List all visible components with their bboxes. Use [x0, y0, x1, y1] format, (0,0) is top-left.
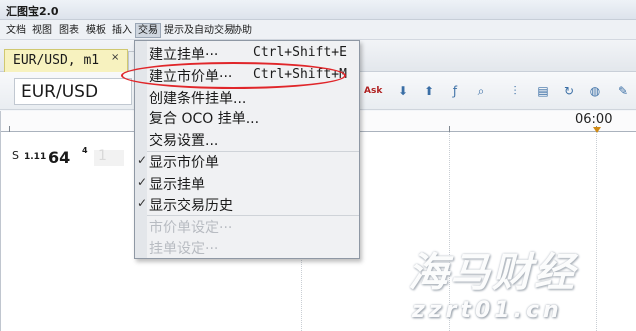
watermark: 海马财经 zzrt01.cn [390, 240, 630, 330]
menu-item-label: 显示市价单 [149, 155, 219, 171]
time-marker [593, 127, 601, 133]
menu-help[interactable]: 协助 [230, 23, 254, 38]
buy-icon[interactable]: ⬇ [394, 82, 412, 100]
menu-item-trade-settings[interactable]: 交易设置... [147, 129, 359, 151]
quote-prefix: 1.11 [24, 152, 47, 162]
menu-item-oco-order[interactable]: 复合 OCO 挂单... [147, 107, 359, 129]
quote-big-digits: 64 [48, 148, 71, 167]
app-title: 汇图宝2.0 [6, 5, 59, 18]
menu-file[interactable]: 文档 [4, 23, 28, 38]
watermark-url: zzrt01.cn [412, 298, 563, 323]
ask-icon[interactable]: Ask [364, 82, 382, 100]
menu-view[interactable]: 视图 [30, 23, 54, 38]
pen-icon[interactable]: ✎ [614, 82, 632, 100]
menu-item-label: 建立挂单··· [149, 47, 219, 63]
indicator-icon[interactable]: ƒ [446, 82, 464, 100]
symbol-selector[interactable]: EUR/USD [14, 78, 132, 105]
title-bar: 汇图宝2.0 [0, 0, 636, 20]
sell-icon[interactable]: ⬆ [420, 82, 438, 100]
menu-bar: 文档 视图 图表 模板 插入 交易 提示及自动交易 协助 [0, 20, 636, 40]
menu-item-show-market-orders[interactable]: ✓ 显示市价单 [137, 151, 359, 173]
menu-item-label: 显示交易历史 [149, 198, 233, 214]
tab-label: EUR/USD, m1 [13, 53, 100, 68]
axis-tick [9, 126, 10, 132]
menu-item-label: 挂单设定··· [149, 241, 219, 257]
zoom-icon[interactable]: ⌕ [472, 82, 490, 100]
menu-insert[interactable]: 插入 [110, 23, 134, 38]
menu-item-label: 复合 OCO 挂单... [149, 111, 260, 127]
menu-trade[interactable]: 交易 [135, 23, 161, 38]
menu-item-market-order-settings: 市价单设定··· [147, 216, 359, 238]
menu-item-create-conditional-order[interactable]: 创建条件挂单... [147, 87, 359, 109]
globe-icon[interactable]: ◍ [586, 82, 604, 100]
menu-chart[interactable]: 图表 [57, 23, 81, 38]
watermark-logo: 海马财经 [408, 250, 576, 296]
tab-eurusd-m1[interactable]: EUR/USD, m1 × [4, 49, 128, 72]
menu-item-show-trade-history[interactable]: ✓ 显示交易历史 [137, 194, 359, 216]
refresh-icon[interactable]: ↻ [560, 82, 578, 100]
quote-side-label: S [12, 149, 19, 162]
check-icon: ✓ [137, 153, 148, 167]
close-icon[interactable]: × [111, 52, 119, 63]
menu-item-label: 交易设置... [149, 133, 219, 149]
menu-item-label: 创建条件挂单... [149, 91, 247, 107]
check-icon: ✓ [137, 175, 148, 189]
menu-alerts-auto-trading[interactable]: 提示及自动交易 [162, 23, 236, 38]
time-label: 06:00 [575, 112, 613, 127]
menu-item-label: 市价单设定··· [149, 220, 233, 236]
menu-item-pending-order-settings: 挂单设定··· [147, 237, 359, 259]
check-icon: ✓ [137, 196, 148, 210]
template-icon[interactable]: ▤ [534, 82, 552, 100]
menu-template[interactable]: 模板 [84, 23, 108, 38]
menu-item-label: 显示挂单 [149, 177, 205, 193]
chart-type-icon[interactable]: ⫶ [506, 82, 524, 100]
menu-item-shortcut: Ctrl+Shift+E [253, 45, 347, 60]
menu-item-show-pending-orders[interactable]: ✓ 显示挂单 [137, 173, 359, 195]
quote-faded-digit: 1 [98, 148, 107, 164]
quote-pip-digit: 4 [82, 146, 88, 155]
highlight-ellipse [121, 62, 346, 89]
